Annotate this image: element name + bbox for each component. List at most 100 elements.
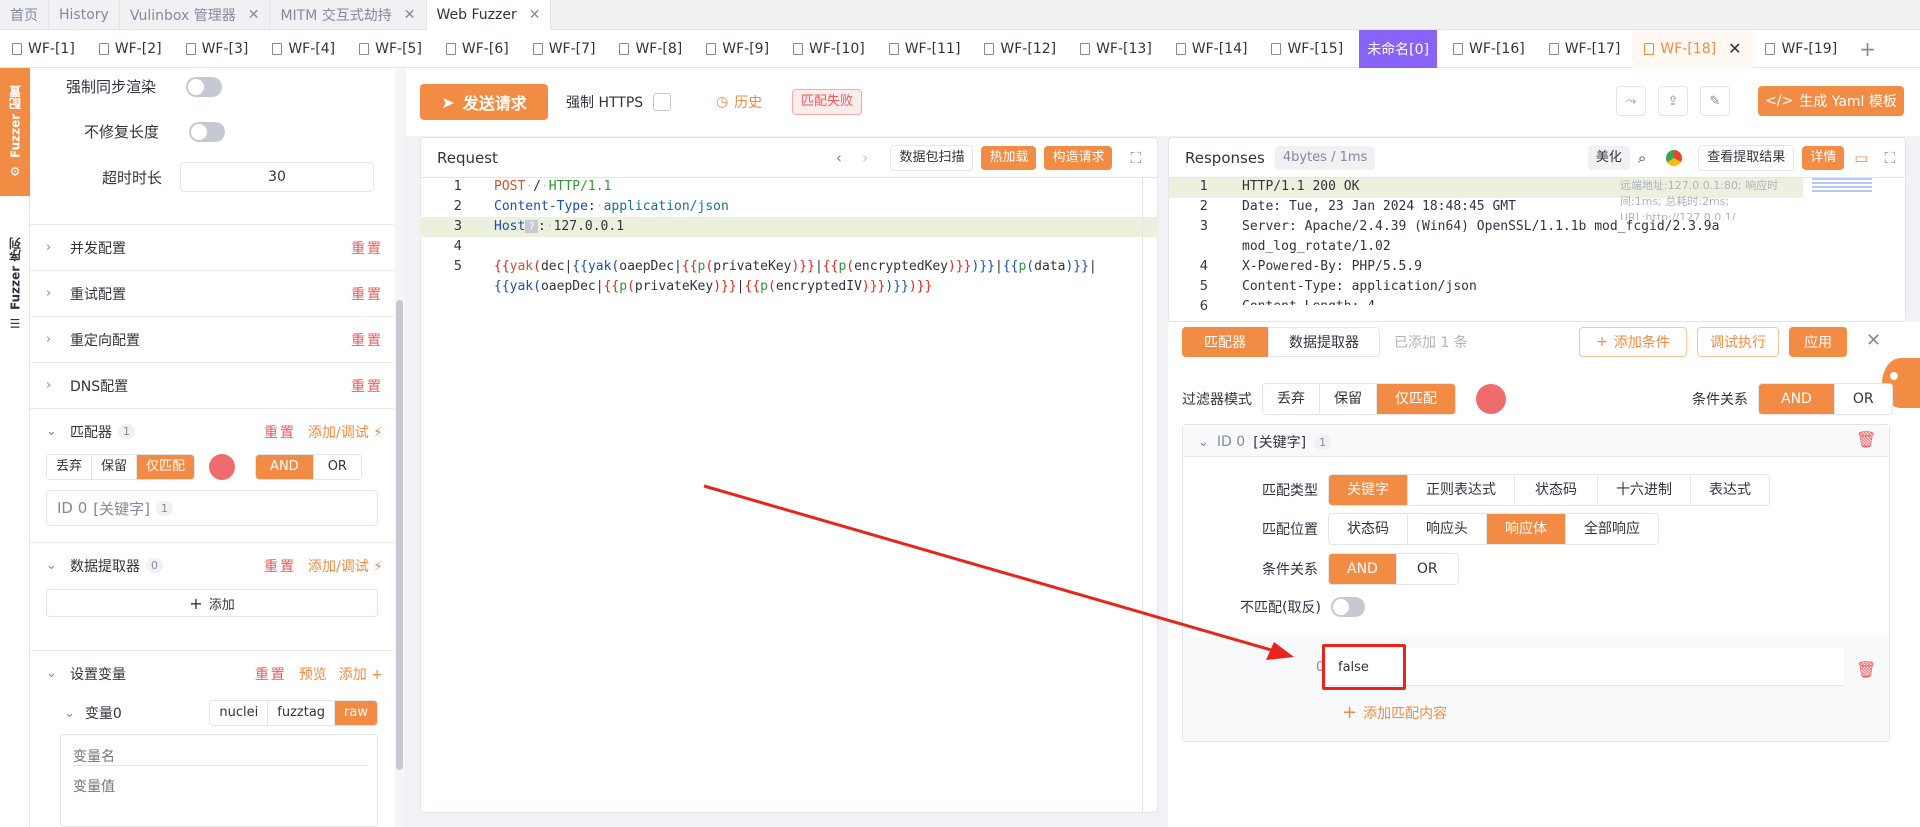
pos-body[interactable]: 响应体 (1487, 514, 1566, 544)
search-icon[interactable]: ⌕ (1638, 149, 1646, 167)
close-icon[interactable]: ✕ (404, 7, 416, 23)
close-icon[interactable]: ✕ (1866, 330, 1881, 351)
matcher-item-title[interactable]: ⌄ ID 0 [关键字] 1 (1198, 432, 1332, 452)
rail-fuzzer-config[interactable]: ⚙ Fuzzer 配置 (0, 68, 30, 196)
add-debug-button[interactable]: 添加/调试 ⚡ (308, 556, 383, 576)
fullscreen-icon[interactable]: ⛶ (1884, 149, 1895, 167)
variable-name-input[interactable] (73, 749, 367, 766)
request-editor[interactable]: POST·/·HTTP/1.1 Content-Type:·applicatio… (494, 177, 1134, 297)
type-nuclei[interactable]: nuclei (210, 701, 269, 725)
subtab-wf-3[interactable]: WF-[3] (174, 30, 261, 68)
subtab-group-unnamed[interactable]: 未命名[0] (1359, 29, 1437, 68)
rail-fuzzer-sequence[interactable]: ☰ Fuzzer 序列 (0, 214, 30, 354)
subtab-wf-7[interactable]: WF-[7] (521, 30, 608, 68)
type-expression[interactable]: 表达式 (1691, 475, 1769, 505)
subtab-wf-19[interactable]: WF-[19] (1753, 30, 1849, 68)
section-concurrency[interactable]: › 并发配置 重置 (30, 224, 395, 270)
tab-extractor[interactable]: 数据提取器 (1268, 327, 1380, 357)
type-regex[interactable]: 正则表达式 (1408, 475, 1515, 505)
section-extractor[interactable]: ⌄ 数据提取器 0 重置 添加/调试 ⚡ (30, 542, 395, 588)
reset-button[interactable]: 重置 (351, 238, 383, 258)
scrollbar-thumb[interactable] (396, 300, 403, 770)
reset-button[interactable]: 重置 (264, 422, 296, 442)
tab-home[interactable]: 首页 (0, 0, 49, 30)
logic-and[interactable]: AND (1759, 384, 1835, 414)
add-tab-icon[interactable]: + (1849, 30, 1886, 68)
reset-button[interactable]: 重置 (351, 376, 383, 396)
pos-all[interactable]: 全部响应 (1566, 514, 1658, 544)
tab-matcher[interactable]: 匹配器 (1182, 327, 1268, 357)
color-dot[interactable] (209, 454, 236, 480)
type-fuzztag[interactable]: fuzztag (268, 701, 336, 725)
subtab-wf-12[interactable]: WF-[12] (972, 30, 1068, 68)
reset-button[interactable]: 重置 (351, 330, 383, 350)
mode-keep[interactable]: 保留 (92, 455, 138, 479)
subtab-wf-8[interactable]: WF-[8] (607, 30, 694, 68)
packet-scan-button[interactable]: 数据包扫描 (890, 144, 974, 171)
subtab-wf-18[interactable]: WF-[18] ✕ (1632, 29, 1754, 68)
mode-discard[interactable]: 丢弃 (1263, 384, 1320, 414)
section-retry[interactable]: › 重试配置 重置 (30, 270, 395, 316)
section-redirect[interactable]: › 重定向配置 重置 (30, 316, 395, 362)
logic-or[interactable]: OR (314, 455, 361, 479)
export-icon[interactable]: ⇪ (1658, 86, 1688, 116)
pos-header[interactable]: 响应头 (1408, 514, 1487, 544)
hot-load-button[interactable]: 热加载 (981, 145, 1037, 170)
subtab-wf-14[interactable]: WF-[14] (1164, 30, 1260, 68)
view-extract-button[interactable]: 查看提取结果 (1698, 144, 1795, 171)
logic-and[interactable]: AND (256, 455, 314, 479)
add-content-button[interactable]: + 添加匹配内容 (1342, 702, 1447, 723)
edit-icon[interactable]: ✎ (1700, 86, 1730, 116)
logic-or[interactable]: OR (1835, 384, 1892, 414)
subtab-wf-4[interactable]: WF-[4] (260, 30, 347, 68)
reset-button[interactable]: 重置 (351, 284, 383, 304)
history-button[interactable]: ◷ 历史 (716, 92, 762, 112)
type-hex[interactable]: 十六进制 (1598, 475, 1691, 505)
share-icon[interactable]: ⤳ (1616, 86, 1646, 116)
reset-button[interactable]: 重置 (255, 664, 287, 684)
force-sync-render-switch[interactable] (186, 76, 223, 97)
extractor-add-button[interactable]: + 添加 (46, 589, 378, 617)
force-https-checkbox[interactable] (653, 93, 672, 111)
chevron-right-icon[interactable]: › (862, 148, 868, 167)
pos-status-code[interactable]: 状态码 (1329, 514, 1408, 544)
fullscreen-icon[interactable]: ⛶ (1130, 149, 1141, 167)
subtab-wf-6[interactable]: WF-[6] (434, 30, 521, 68)
close-icon[interactable]: ✕ (1728, 39, 1741, 58)
left-matcher-item[interactable]: ID 0 [关键字] 1 (46, 490, 378, 526)
chrome-icon[interactable] (1666, 149, 1683, 166)
tab-history[interactable]: History (49, 0, 120, 30)
subtab-wf-11[interactable]: WF-[11] (877, 30, 973, 68)
debug-run-button[interactable]: 调试执行 (1697, 327, 1779, 357)
subtab-wf-9[interactable]: WF-[9] (694, 30, 781, 68)
add-condition-button[interactable]: + 添加条件 (1579, 327, 1687, 357)
add-debug-button[interactable]: 添加/调试 ⚡ (308, 422, 383, 442)
preview-button[interactable]: 预览 (299, 664, 327, 684)
section-matcher[interactable]: ⌄ 匹配器 1 重置 添加/调试 ⚡ (30, 408, 395, 454)
send-request-button[interactable]: ➤ 发送请求 (420, 84, 548, 120)
tab-mitm[interactable]: MITM 交互式劫持 ✕ (270, 0, 427, 30)
mode-only-match[interactable]: 仅匹配 (1377, 384, 1455, 414)
logic-and[interactable]: AND (1329, 554, 1397, 584)
generate-yaml-button[interactable]: </> 生成 Yaml 模板 (1758, 86, 1904, 116)
section-dns[interactable]: › DNS配置 重置 (30, 362, 395, 408)
subtab-wf-16[interactable]: WF-[16] (1441, 30, 1537, 68)
comment-icon[interactable]: ▭ (1854, 149, 1868, 167)
subtab-wf-2[interactable]: WF-[2] (87, 30, 174, 68)
section-variables[interactable]: ⌄ 设置变量 重置 预览 添加 + (30, 650, 395, 696)
logic-or[interactable]: OR (1397, 554, 1458, 584)
tab-vulinbox[interactable]: Vulinbox 管理器 ✕ (120, 0, 271, 30)
variable-value-input[interactable] (73, 779, 367, 795)
mode-keep[interactable]: 保留 (1320, 384, 1377, 414)
delete-icon[interactable]: 🗑 (1856, 430, 1876, 449)
beautify-button[interactable]: 美化 (1587, 145, 1630, 170)
subtab-wf-17[interactable]: WF-[17] (1537, 30, 1633, 68)
build-request-button[interactable]: 构造请求 (1044, 145, 1113, 170)
subtab-wf-13[interactable]: WF-[13] (1068, 30, 1164, 68)
timeout-input[interactable]: 30 (180, 162, 375, 192)
color-dot[interactable] (1476, 384, 1506, 414)
tab-web-fuzzer[interactable]: Web Fuzzer ✕ (426, 0, 552, 30)
close-icon[interactable]: ✕ (248, 7, 260, 23)
reset-button[interactable]: 重置 (264, 556, 296, 576)
type-raw[interactable]: raw (335, 701, 377, 725)
